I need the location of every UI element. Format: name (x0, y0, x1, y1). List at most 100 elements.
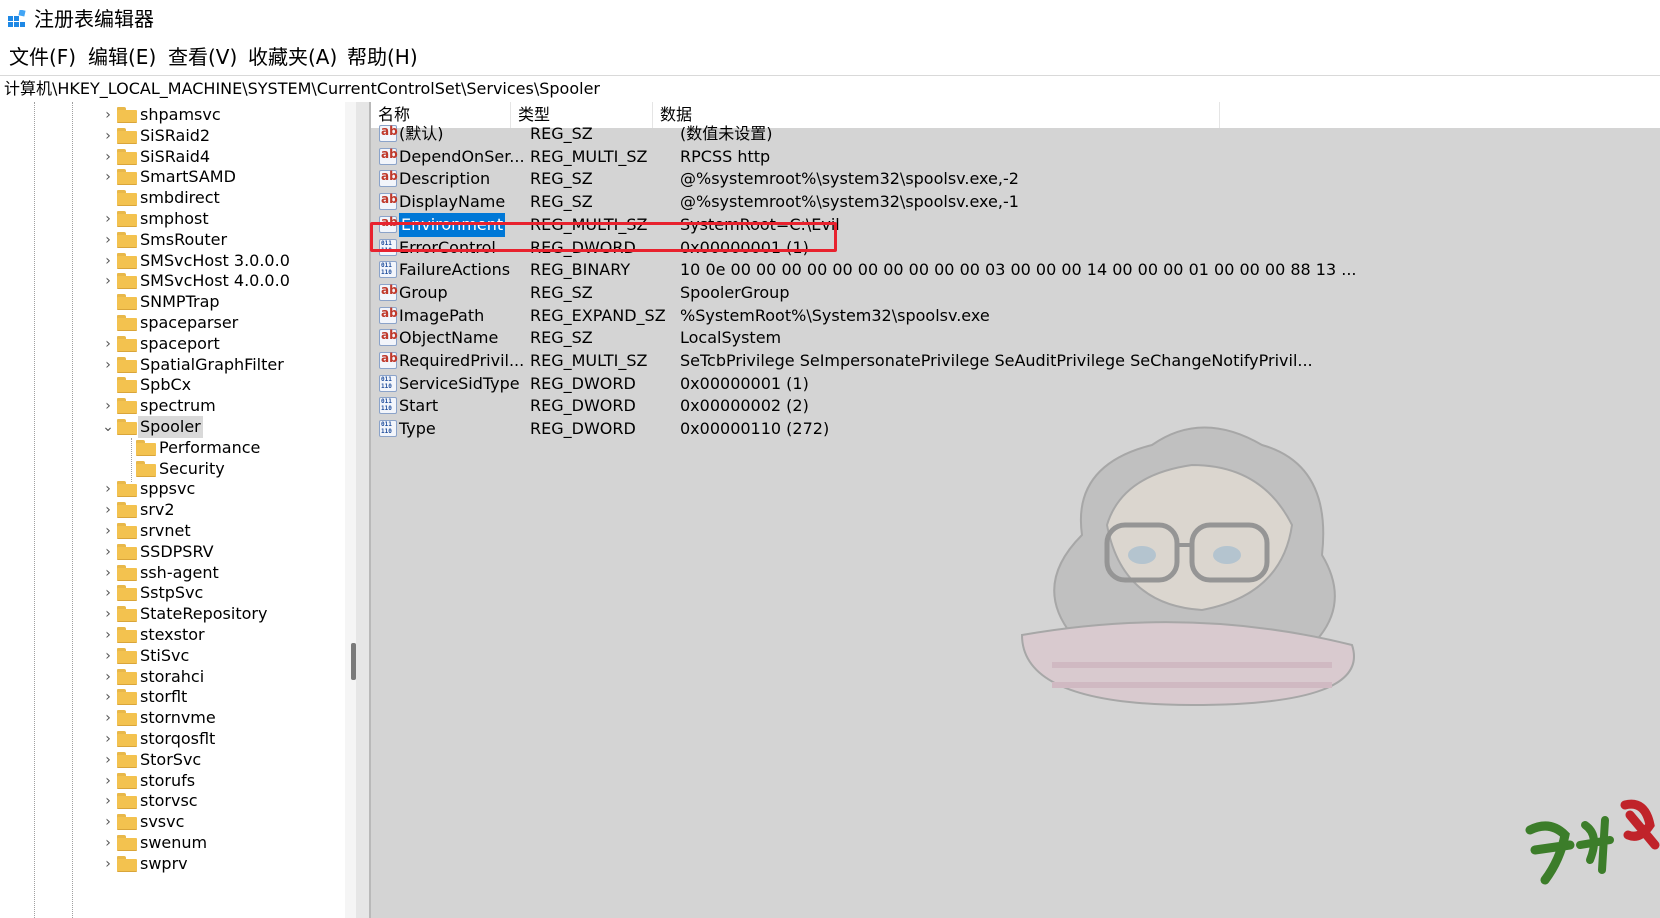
tree-item-label[interactable]: smphost (138, 208, 211, 230)
tree-item[interactable]: SNMPTrap (0, 291, 345, 313)
tree-item[interactable]: › StiSvc (0, 645, 345, 667)
value-row[interactable]: DisplayName REG_SZ @%systemroot%\system32\… (371, 190, 1271, 214)
tree-item[interactable]: › stexstor (0, 624, 345, 646)
tree-item-label[interactable]: ssh-agent (138, 562, 221, 584)
tree-item-label[interactable]: smbdirect (138, 187, 222, 209)
tree-item[interactable]: › swenum (0, 832, 345, 854)
values-list-pane[interactable]: 名称 类型 数据 (默认)REG_SZ(数值未设置)DependOnSer...… (371, 102, 1660, 918)
pane-splitter[interactable] (356, 102, 371, 918)
chevron-right-icon[interactable]: › (101, 106, 115, 124)
chevron-right-icon[interactable]: › (101, 210, 115, 228)
tree-item[interactable]: › swprv (0, 853, 345, 875)
chevron-right-icon[interactable]: › (101, 335, 115, 353)
chevron-right-icon[interactable]: › (101, 730, 115, 748)
value-row[interactable]: DependOnSer...REG_MULTI_SZ RPCSS http (371, 145, 1271, 169)
tree-item[interactable]: spaceparser (0, 312, 345, 334)
tree-item-label[interactable]: storqosflt (138, 728, 217, 750)
address-bar[interactable]: 计算机\HKEY_LOCAL_MACHINE\SYSTEM\CurrentCon… (0, 75, 1660, 103)
tree-item-label[interactable]: shpamsvc (138, 104, 223, 126)
tree-item[interactable]: › srv2 (0, 499, 345, 521)
tree-item[interactable]: › smphost (0, 208, 345, 230)
tree-item-label[interactable]: Spooler (138, 416, 203, 438)
menu-edit[interactable]: 编辑(E) (86, 44, 158, 70)
tree-item[interactable]: Performance (0, 437, 345, 459)
tree-item[interactable]: › svsvc (0, 811, 345, 833)
tree-item-label[interactable]: StateRepository (138, 603, 269, 625)
tree-item[interactable]: › SSDPSRV (0, 541, 345, 563)
chevron-right-icon[interactable]: › (101, 688, 115, 706)
value-row[interactable]: Description REG_SZ @%systemroot%\system32\… (371, 167, 1271, 191)
chevron-right-icon[interactable]: › (101, 834, 115, 852)
tree-item[interactable]: › SMSvcHost 3.0.0.0 (0, 250, 345, 272)
chevron-right-icon[interactable]: › (101, 501, 115, 519)
tree-item-label[interactable]: spaceport (138, 333, 222, 355)
tree-item-label[interactable]: spaceparser (138, 312, 240, 334)
chevron-down-icon[interactable]: ⌄ (101, 418, 115, 436)
tree-item[interactable]: › SiSRaid2 (0, 125, 345, 147)
tree-item-label[interactable]: SpatialGraphFilter (138, 354, 286, 376)
tree-item[interactable]: › SmartSAMD (0, 166, 345, 188)
chevron-right-icon[interactable]: › (101, 584, 115, 602)
value-row[interactable]: RequiredPrivil... REG_MULTI_SZ SeTcbPrivil… (371, 349, 1313, 373)
tree-item[interactable]: › storqosflt (0, 728, 345, 750)
value-row[interactable]: Environment REG_MULTI_SZ SystemRoot=C:\Evi… (371, 212, 1271, 237)
chevron-right-icon[interactable]: › (101, 148, 115, 166)
tree-item[interactable]: › SMSvcHost 4.0.0.0 (0, 270, 345, 292)
tree-item[interactable]: › shpamsvc (0, 104, 345, 126)
tree-item[interactable]: › SstpSvc (0, 582, 345, 604)
chevron-right-icon[interactable]: › (101, 564, 115, 582)
value-row[interactable]: ErrorControl REG_DWORD 0x00000001 (1) (371, 236, 1271, 260)
tree-item[interactable]: › storufs (0, 770, 345, 792)
chevron-right-icon[interactable]: › (101, 522, 115, 540)
tree-item[interactable]: › storahci (0, 666, 345, 688)
tree-item[interactable]: › StorSvc (0, 749, 345, 771)
chevron-right-icon[interactable]: › (101, 668, 115, 686)
chevron-right-icon[interactable]: › (101, 751, 115, 769)
tree-item[interactable]: › StateRepository (0, 603, 345, 625)
tree-item-label[interactable]: spectrum (138, 395, 218, 417)
chevron-right-icon[interactable]: › (101, 231, 115, 249)
tree-item-label[interactable]: SMSvcHost 4.0.0.0 (138, 270, 292, 292)
tree-item-label[interactable]: SmartSAMD (138, 166, 238, 188)
value-row[interactable]: Group REG_SZ SpoolerGroup (371, 281, 1271, 305)
tree-item-label[interactable]: Security (157, 458, 227, 480)
tree-item-label[interactable]: SmsRouter (138, 229, 229, 251)
value-row[interactable]: (默认) REG_SZ (数值未设置) (371, 122, 1271, 146)
menu-favorites[interactable]: 收藏夹(A) (246, 44, 339, 70)
tree-item-label[interactable]: sppsvc (138, 478, 197, 500)
tree-item-label[interactable]: swprv (138, 853, 190, 875)
tree-item[interactable]: › sppsvc (0, 478, 345, 500)
chevron-right-icon[interactable]: › (101, 480, 115, 498)
key-tree-pane[interactable]: › shpamsvc › SiSRaid2 › SiSRaid4 › SmartSAMD smb… (0, 102, 356, 918)
chevron-right-icon[interactable]: › (101, 252, 115, 270)
chevron-right-icon[interactable]: › (101, 626, 115, 644)
chevron-right-icon[interactable]: › (101, 168, 115, 186)
tree-item-label[interactable]: srvnet (138, 520, 193, 542)
chevron-right-icon[interactable]: › (101, 855, 115, 873)
tree-item[interactable]: SpbCx (0, 374, 345, 396)
tree-item-label[interactable]: storahci (138, 666, 206, 688)
chevron-right-icon[interactable]: › (101, 792, 115, 810)
tree-item[interactable]: ⌄ Spooler (0, 416, 345, 438)
tree-item[interactable]: › storvsc (0, 790, 345, 812)
tree-item-label[interactable]: StorSvc (138, 749, 203, 771)
chevron-right-icon[interactable]: › (101, 272, 115, 290)
tree-item[interactable]: › srvnet (0, 520, 345, 542)
tree-item[interactable]: › stornvme (0, 707, 345, 729)
chevron-right-icon[interactable]: › (101, 397, 115, 415)
tree-item-label[interactable]: swenum (138, 832, 209, 854)
chevron-right-icon[interactable]: › (101, 127, 115, 145)
tree-item-label[interactable]: StiSvc (138, 645, 191, 667)
tree-item-label[interactable]: SstpSvc (138, 582, 205, 604)
tree-item[interactable]: › storflt (0, 686, 345, 708)
tree-item-label[interactable]: SiSRaid2 (138, 125, 212, 147)
tree-item-label[interactable]: SpbCx (138, 374, 193, 396)
chevron-right-icon[interactable]: › (101, 356, 115, 374)
tree-item[interactable]: › spaceport (0, 333, 345, 355)
tree-item-label[interactable]: SiSRaid4 (138, 146, 212, 168)
tree-item[interactable]: smbdirect (0, 187, 345, 209)
tree-item-label[interactable]: storflt (138, 686, 189, 708)
tree-item[interactable]: › SpatialGraphFilter (0, 354, 345, 376)
tree-item-label[interactable]: SSDPSRV (138, 541, 216, 563)
tree-item-label[interactable]: stexstor (138, 624, 207, 646)
